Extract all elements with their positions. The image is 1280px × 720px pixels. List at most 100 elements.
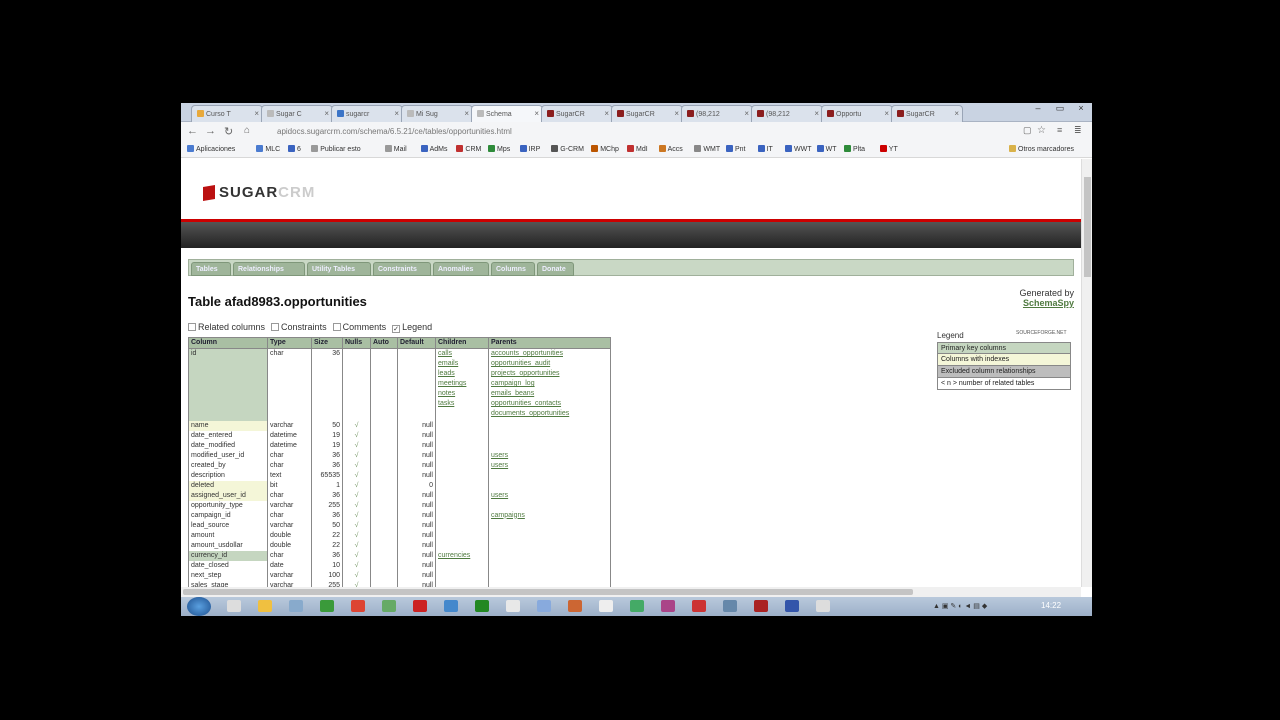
child-table-link[interactable]: tasks — [438, 399, 486, 409]
close-tab-icon[interactable]: × — [254, 109, 259, 118]
menu-icon[interactable]: ≡ — [1057, 125, 1062, 135]
checkbox[interactable]: ✓ — [392, 325, 401, 333]
parent-table-link[interactable]: users — [491, 461, 608, 471]
browser-tab[interactable]: Curso T × — [191, 105, 263, 122]
child-table-link[interactable]: currencies — [438, 551, 486, 561]
child-table-link[interactable]: calls — [438, 349, 486, 359]
parent-table-link[interactable]: opportunities_contacts — [491, 399, 608, 409]
bookmark-item[interactable]: WT — [816, 145, 836, 153]
bookmark-item[interactable]: Aplicaciones — [187, 145, 235, 153]
parent-table-link[interactable]: projects_opportunities — [491, 369, 608, 379]
parent-table-link[interactable]: emails_beans — [491, 389, 608, 399]
forward-icon[interactable]: → — [205, 125, 216, 137]
option-legend[interactable]: ✓ Legend — [392, 322, 432, 333]
taskbar-app-icon[interactable] — [816, 600, 830, 612]
taskbar-app-icon[interactable] — [382, 600, 396, 612]
browser-tab[interactable]: (98,212 × — [751, 105, 823, 122]
browser-tab[interactable]: Mi Sug × — [401, 105, 473, 122]
taskbar-app-icon[interactable] — [258, 600, 272, 612]
taskbar-app-icon[interactable] — [413, 600, 427, 612]
bookmark-item[interactable]: WWT — [785, 145, 812, 153]
close-tab-icon[interactable]: × — [814, 109, 819, 118]
taskbar-app-icon[interactable] — [444, 600, 458, 612]
checkbox[interactable] — [332, 323, 341, 331]
taskbar-app-icon[interactable] — [630, 600, 644, 612]
bookmark-item[interactable]: G-CRM — [551, 145, 584, 153]
bookmark-item[interactable]: WMT — [694, 145, 720, 153]
child-table-link[interactable]: meetings — [438, 379, 486, 389]
taskbar-app-icon[interactable] — [568, 600, 582, 612]
taskbar-app-icon[interactable] — [227, 600, 241, 612]
bookmark-item[interactable]: 6 — [288, 145, 301, 153]
taskbar-app-icon[interactable] — [723, 600, 737, 612]
close-tab-icon[interactable]: × — [324, 109, 329, 118]
bookmark-item[interactable]: AdMs — [420, 145, 448, 153]
url-field[interactable]: apidocs.sugarcrm.com/schema/6.5.21/ce/ta… — [277, 125, 1007, 139]
parent-table-link[interactable]: campaigns — [491, 511, 608, 521]
taskbar-app-icon[interactable] — [289, 600, 303, 612]
child-table-link[interactable]: leads — [438, 369, 486, 379]
vertical-scroll-thumb[interactable] — [1084, 177, 1091, 277]
page-icon[interactable]: ▢ — [1023, 125, 1032, 136]
bookmark-item[interactable]: Pnt — [726, 145, 746, 153]
horizontal-scrollbar[interactable] — [181, 587, 1081, 597]
browser-tab[interactable]: (98,212 × — [681, 105, 753, 122]
reload-icon[interactable]: ↻ — [224, 125, 233, 138]
bookmark-item[interactable]: Plta — [844, 145, 865, 153]
parent-table-link[interactable]: users — [491, 491, 608, 501]
parent-table-link[interactable]: documents_opportunities — [491, 409, 608, 419]
bookmark-item[interactable]: YT — [879, 145, 898, 153]
bookmark-item[interactable]: Mps — [488, 145, 510, 153]
taskbar-app-icon[interactable] — [351, 600, 365, 612]
parent-table-link[interactable]: users — [491, 451, 608, 461]
nav-tab-donate[interactable]: Donate — [537, 262, 574, 276]
close-tab-icon[interactable]: × — [394, 109, 399, 118]
maximize-icon[interactable]: ▭ — [1049, 103, 1071, 117]
vertical-scrollbar[interactable] — [1081, 159, 1092, 587]
bookmark-item[interactable]: Publicar esto — [311, 145, 361, 153]
horizontal-scroll-thumb[interactable] — [183, 589, 913, 595]
child-table-link[interactable]: emails — [438, 359, 486, 369]
minimize-icon[interactable]: – — [1027, 103, 1049, 117]
nav-tab-constraints[interactable]: Constraints — [373, 262, 431, 276]
browser-tab[interactable]: Opportu × — [821, 105, 893, 122]
back-icon[interactable]: ← — [187, 125, 198, 137]
option-comments[interactable]: Comments — [332, 322, 386, 332]
nav-tab-tables[interactable]: Tables — [191, 262, 231, 276]
close-tab-icon[interactable]: × — [884, 109, 889, 118]
taskbar-app-icon[interactable] — [599, 600, 613, 612]
bookmark-item[interactable]: IRP — [519, 145, 540, 153]
nav-tab-anomalies[interactable]: Anomalies — [433, 262, 489, 276]
bookmark-item[interactable]: Mail — [384, 145, 407, 153]
close-tab-icon[interactable]: × — [744, 109, 749, 118]
bookmark-item[interactable]: MdI — [627, 145, 648, 153]
close-tab-icon[interactable]: × — [464, 109, 469, 118]
checkbox[interactable] — [188, 323, 196, 331]
taskbar-app-icon[interactable] — [754, 600, 768, 612]
parent-table-link[interactable]: opportunities_audit — [491, 359, 608, 369]
close-tab-icon[interactable]: × — [604, 109, 609, 118]
parent-table-link[interactable]: campaign_log — [491, 379, 608, 389]
browser-tab[interactable]: Sugar C × — [261, 105, 333, 122]
nav-tab-columns[interactable]: Columns — [491, 262, 535, 276]
taskbar-app-icon[interactable] — [475, 600, 489, 612]
bookmark-item[interactable]: Otros marcadores — [1009, 145, 1074, 153]
bookmark-item[interactable]: Accs — [658, 145, 683, 153]
taskbar-app-icon[interactable] — [661, 600, 675, 612]
close-tab-icon[interactable]: × — [954, 109, 959, 118]
parent-table-link[interactable]: accounts_opportunities — [491, 349, 608, 359]
system-tray[interactable]: ▲ ▣ ✎ ◐ ◄ ▤ ◆ — [933, 602, 987, 610]
home-icon[interactable]: ⌂ — [244, 125, 250, 136]
option-related-columns[interactable]: Related columns — [188, 322, 265, 332]
browser-tab[interactable]: sugarcr × — [331, 105, 403, 122]
star-icon[interactable]: ☆ — [1037, 125, 1046, 136]
nav-tab-relationships[interactable]: Relationships — [233, 262, 305, 276]
checkbox[interactable] — [271, 323, 280, 331]
browser-tab[interactable]: SugarCR × — [611, 105, 683, 122]
start-button[interactable] — [187, 597, 211, 616]
settings-icon[interactable]: ≣ — [1074, 125, 1082, 136]
bookmark-item[interactable]: MChp — [591, 145, 619, 153]
option-constraints[interactable]: Constraints — [271, 322, 327, 332]
taskbar-app-icon[interactable] — [320, 600, 334, 612]
close-tab-icon[interactable]: × — [534, 109, 539, 118]
